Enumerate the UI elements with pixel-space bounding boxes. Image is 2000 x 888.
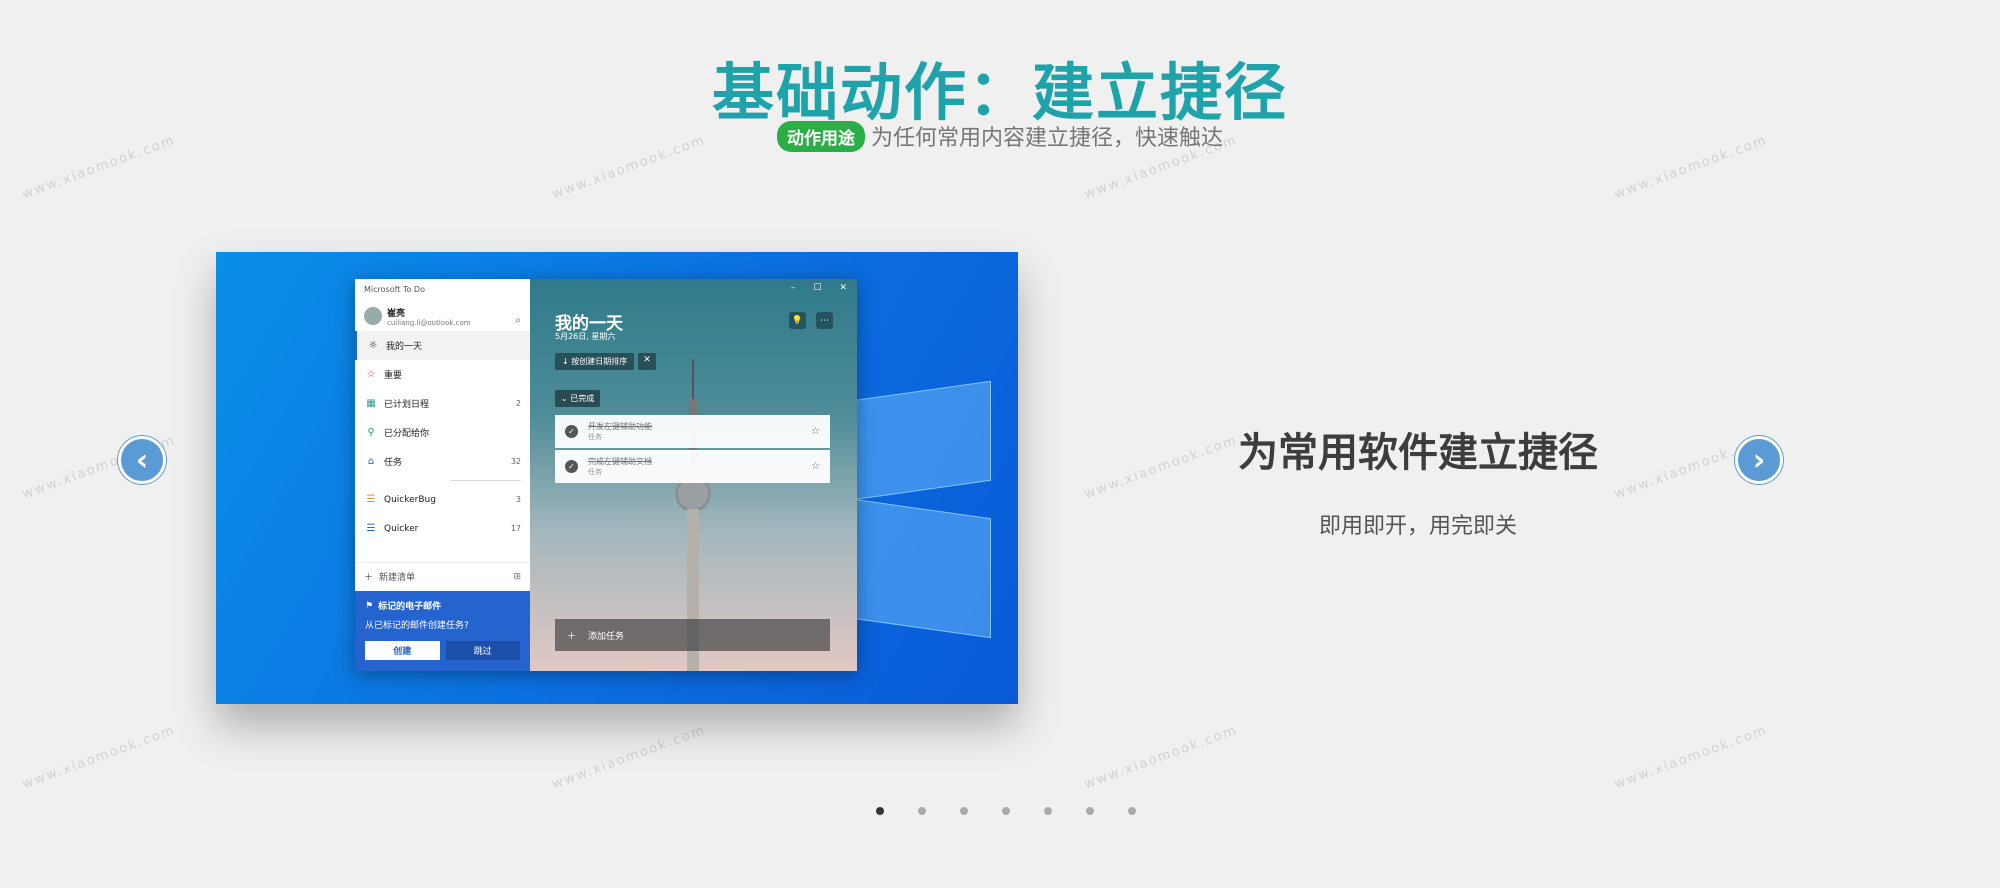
new-list-label: 新建清单: [379, 573, 416, 583]
nav-label: 我的一天: [386, 342, 423, 352]
task-title: 开发左键辅助功能: [588, 422, 652, 431]
nav-important[interactable]: ☆ 重要: [355, 360, 530, 389]
star-icon: ☆: [366, 369, 376, 380]
new-group-icon[interactable]: ⊞: [513, 572, 521, 582]
divider: [450, 480, 521, 481]
maximize-icon[interactable]: ☐: [813, 283, 821, 293]
nav-count: 2: [515, 399, 521, 408]
subtitle-row: 动作用途 为任何常用内容建立捷径，快速触达: [0, 120, 2000, 152]
calendar-icon: ▦: [366, 398, 376, 409]
list-icon: ☰: [366, 494, 376, 505]
flagged-desc: 从已标记的邮件创建任务?: [365, 621, 469, 631]
person-icon: ⚲: [367, 427, 375, 438]
nav-label: 任务: [384, 458, 403, 468]
app-title: Microsoft To Do: [364, 285, 425, 294]
watermark: www.xiaomook.com: [550, 722, 708, 793]
prev-slide-button[interactable]: ‹: [118, 436, 166, 484]
avatar: [364, 307, 382, 325]
home-icon: ⌂: [367, 456, 375, 467]
create-button[interactable]: 创建: [365, 641, 440, 660]
nav-label: 已计划日程: [384, 400, 430, 410]
list-label: QuickerBug: [384, 494, 436, 505]
flagged-email-card: ⚑ 标记的电子邮件 从已标记的邮件创建任务? 创建 跳过: [355, 591, 530, 671]
nav-assigned[interactable]: ⚲ 已分配给你: [355, 418, 530, 447]
nav-my-day[interactable]: ☼ 我的一天: [355, 331, 530, 360]
minimize-icon[interactable]: –: [791, 283, 796, 293]
star-icon[interactable]: ☆: [811, 461, 820, 472]
nav-tasks[interactable]: ⌂ 任务 32: [355, 447, 530, 476]
chevron-right-icon: ›: [1752, 442, 1766, 478]
plus-icon: ＋: [567, 631, 577, 642]
carousel-dot[interactable]: [876, 807, 884, 815]
nav-count: 32: [510, 457, 521, 466]
list-label: Quicker: [384, 523, 419, 534]
completed-label: 已完成: [570, 394, 595, 403]
chevron-down-icon: ⌄: [561, 394, 571, 403]
user-name: 崔亮: [387, 308, 406, 319]
carousel-dot[interactable]: [1002, 807, 1010, 815]
carousel-dots: [0, 807, 2000, 815]
nav-label: 重要: [384, 371, 403, 381]
my-day-date: 5月26日, 星期六: [555, 332, 616, 341]
todo-window: Microsoft To Do 崔亮 cuiliang.li@outlook.c…: [355, 279, 857, 671]
list-count: 3: [515, 495, 521, 504]
sun-icon: ☼: [368, 340, 378, 351]
add-task-input[interactable]: ＋ 添加任务: [555, 619, 830, 651]
todo-sidebar: Microsoft To Do 崔亮 cuiliang.li@outlook.c…: [355, 279, 530, 671]
more-icon[interactable]: ⋯: [816, 312, 833, 329]
close-icon[interactable]: ✕: [839, 283, 847, 293]
list-item[interactable]: ☰ Quicker 17: [355, 514, 530, 543]
flag-icon: ⚑: [365, 600, 374, 611]
carousel-dot[interactable]: [1128, 807, 1136, 815]
demo-screenshot: Microsoft To Do 崔亮 cuiliang.li@outlook.c…: [216, 252, 1018, 704]
watermark: www.xiaomook.com: [20, 722, 178, 793]
slide-subtitle: 即用即开，用完即关: [1318, 514, 1517, 539]
clear-sort-icon[interactable]: ✕: [638, 353, 656, 370]
watermark: www.xiaomook.com: [1612, 722, 1770, 793]
carousel-dot[interactable]: [1044, 807, 1052, 815]
carousel-dot[interactable]: [918, 807, 926, 815]
carousel-dot[interactable]: [960, 807, 968, 815]
completed-toggle[interactable]: ⌄ 已完成: [555, 390, 601, 407]
star-icon[interactable]: ☆: [811, 426, 820, 437]
task-title: 完成左键辅助文档: [588, 457, 652, 466]
chevron-left-icon: ‹: [135, 442, 149, 478]
list-count: 17: [510, 524, 521, 533]
user-email: cuiliang.li@outlook.com: [387, 318, 471, 327]
window-controls: – ☐ ✕: [791, 283, 847, 293]
sort-button[interactable]: ↓ 按创建日期排序: [555, 353, 635, 370]
watermark: www.xiaomook.com: [1082, 722, 1240, 793]
skip-button[interactable]: 跳过: [445, 641, 520, 660]
carousel-dot[interactable]: [1086, 807, 1094, 815]
page-subtitle: 为任何常用内容建立捷径，快速触达: [870, 126, 1223, 151]
flagged-title: 标记的电子邮件: [378, 602, 442, 612]
add-task-label: 添加任务: [588, 631, 625, 642]
purpose-badge: 动作用途: [776, 120, 865, 152]
new-list-button[interactable]: ＋ 新建清单 ⊞: [355, 562, 530, 590]
sort-arrow-icon: ↓: [562, 357, 572, 366]
task-item[interactable]: ✓ 完成左键辅助文档 任务 ☆: [555, 450, 830, 483]
list-icon: ☰: [366, 523, 376, 534]
user-account[interactable]: 崔亮 cuiliang.li@outlook.com: [355, 301, 530, 331]
my-day-pane: – ☐ ✕ 我的一天 5月26日, 星期六 💡 ⋯ ↓ 按创建日期排序 ✕ ⌄: [530, 279, 857, 671]
next-slide-button[interactable]: ›: [1735, 436, 1783, 484]
page-title: 基础动作：建立捷径: [711, 56, 1288, 129]
slide-title: 为常用软件建立捷径: [1238, 430, 1598, 476]
lightbulb-icon[interactable]: 💡: [789, 312, 806, 329]
nav-planned[interactable]: ▦ 已计划日程 2: [355, 389, 530, 418]
sort-label: 按创建日期排序: [571, 357, 628, 366]
task-item[interactable]: ✓ 开发左键辅助功能 任务 ☆: [555, 415, 830, 448]
search-icon[interactable]: ⌕: [515, 315, 521, 326]
task-subtitle: 任务: [588, 468, 602, 476]
nav-label: 已分配给你: [384, 429, 430, 439]
check-icon[interactable]: ✓: [565, 425, 578, 438]
task-subtitle: 任务: [588, 433, 602, 441]
list-item[interactable]: ☰ QuickerBug 3: [355, 485, 530, 514]
plus-icon: ＋: [364, 573, 374, 583]
check-icon[interactable]: ✓: [565, 460, 578, 473]
